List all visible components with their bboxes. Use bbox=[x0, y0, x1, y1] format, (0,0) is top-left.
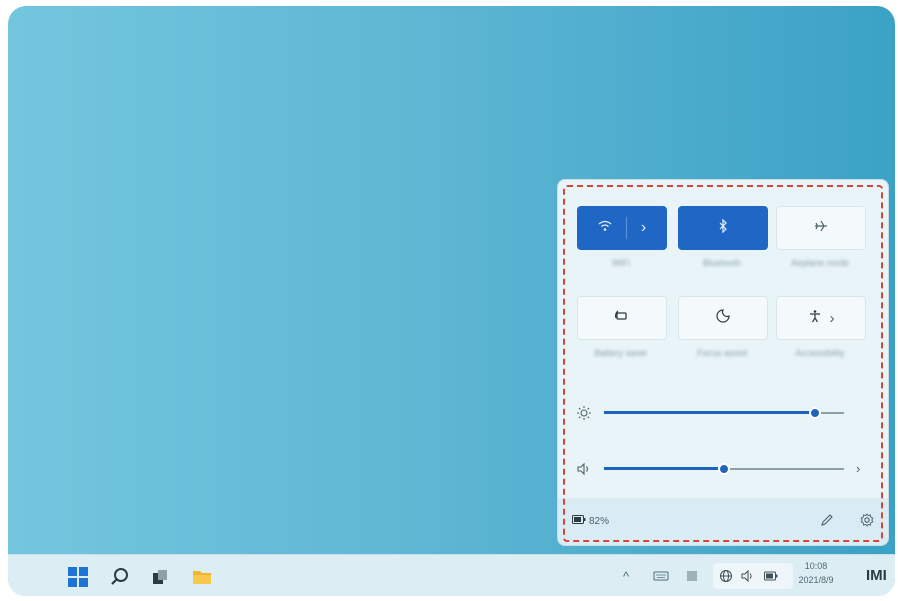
battery-percent: 82% bbox=[589, 515, 610, 527]
volume-tray-icon[interactable] bbox=[741, 567, 755, 585]
wifi-expand-button[interactable]: › bbox=[641, 219, 646, 237]
tray-app-icon[interactable] bbox=[686, 567, 698, 585]
volume-slider-thumb[interactable] bbox=[718, 463, 730, 475]
bluetooth-tile-label: Bluetooth bbox=[702, 258, 742, 268]
battery-saver-tile[interactable] bbox=[577, 296, 667, 340]
battery-icon bbox=[572, 515, 586, 527]
clock[interactable]: 10:08 2021/8/9 bbox=[790, 559, 842, 587]
corner-logo: IMI bbox=[866, 567, 887, 584]
taskbar: ^ 10:08 2021/8/9 IMI bbox=[8, 554, 895, 596]
speaker-icon bbox=[576, 461, 592, 477]
accessibility-expand-button[interactable]: › bbox=[830, 310, 835, 327]
airplane-mode-tile-label: Airplane mode bbox=[790, 258, 850, 268]
sun-icon bbox=[576, 405, 592, 421]
focus-assist-tile[interactable] bbox=[678, 296, 768, 340]
clock-date: 2021/8/9 bbox=[798, 575, 834, 585]
show-hidden-icons-button[interactable]: ^ bbox=[623, 567, 629, 585]
battery-saver-tile-label: Battery saver bbox=[594, 348, 648, 358]
volume-expand-button[interactable]: › bbox=[856, 461, 860, 476]
wifi-icon bbox=[598, 219, 612, 237]
edit-icon[interactable] bbox=[820, 513, 834, 532]
airplane-mode-icon bbox=[813, 219, 829, 238]
focus-assist-icon bbox=[716, 308, 730, 328]
battery-saver-icon bbox=[614, 309, 630, 328]
bluetooth-icon bbox=[718, 218, 728, 238]
brightness-slider-thumb[interactable] bbox=[809, 407, 822, 419]
battery-status[interactable]: 82% bbox=[572, 515, 609, 527]
accessibility-icon bbox=[808, 309, 822, 328]
start-icon[interactable] bbox=[68, 567, 88, 587]
task-view-icon[interactable] bbox=[150, 567, 170, 587]
desktop: › WiFi Bluetooth Airplane mode › Battery… bbox=[8, 6, 895, 596]
wifi-tile-label: WiFi bbox=[612, 258, 630, 268]
quick-settings-panel: › WiFi Bluetooth Airplane mode › Battery… bbox=[557, 179, 889, 546]
airplane-mode-tile[interactable] bbox=[776, 206, 866, 250]
keyboard-icon[interactable] bbox=[653, 567, 669, 585]
folder-icon[interactable] bbox=[192, 567, 212, 587]
bluetooth-tile[interactable] bbox=[678, 206, 768, 250]
battery-tray-icon[interactable] bbox=[764, 567, 778, 585]
wifi-tile[interactable]: › bbox=[577, 206, 667, 250]
volume-slider[interactable]: › bbox=[576, 459, 860, 479]
clock-time: 10:08 bbox=[804, 561, 828, 571]
accessibility-tile-label: Accessibility bbox=[795, 348, 845, 358]
brightness-slider[interactable] bbox=[576, 403, 858, 423]
network-globe-icon[interactable] bbox=[719, 567, 733, 585]
focus-assist-tile-label: Focus assist bbox=[696, 348, 747, 358]
gear-icon[interactable] bbox=[860, 513, 874, 532]
search-icon[interactable] bbox=[110, 567, 130, 587]
accessibility-tile[interactable]: › bbox=[776, 296, 866, 340]
